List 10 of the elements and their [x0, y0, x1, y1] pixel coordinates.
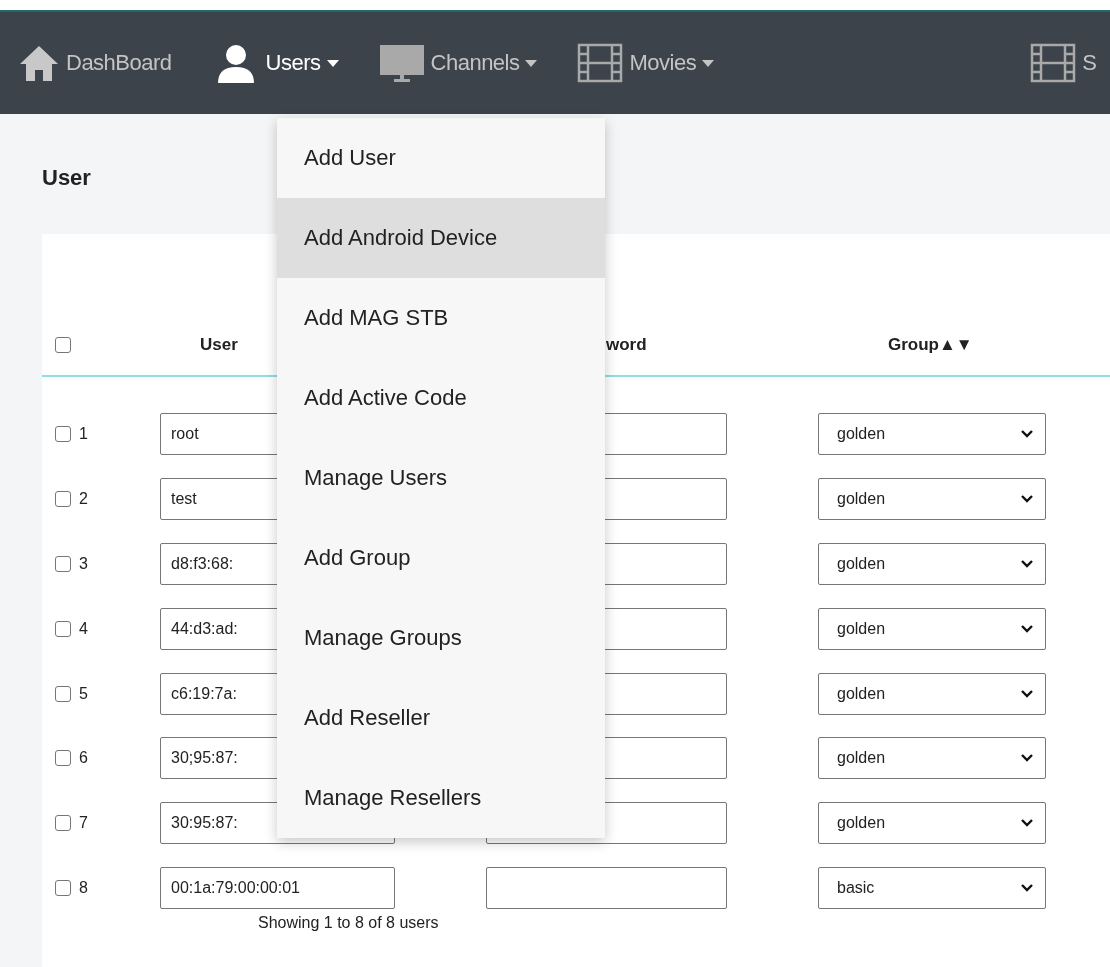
pagination-info: Showing 1 to 8 of 8 users — [257, 914, 439, 933]
row-number: 3 — [79, 555, 88, 573]
row-number: 1 — [79, 425, 88, 444]
page-title: User — [42, 164, 91, 192]
row-number: 2 — [79, 490, 88, 509]
row-number: 7 — [79, 814, 88, 833]
row-number: 5 — [79, 684, 88, 703]
row-number: 8 — [79, 878, 88, 897]
row-number: 4 — [79, 619, 88, 638]
row-number: 6 — [79, 749, 88, 768]
